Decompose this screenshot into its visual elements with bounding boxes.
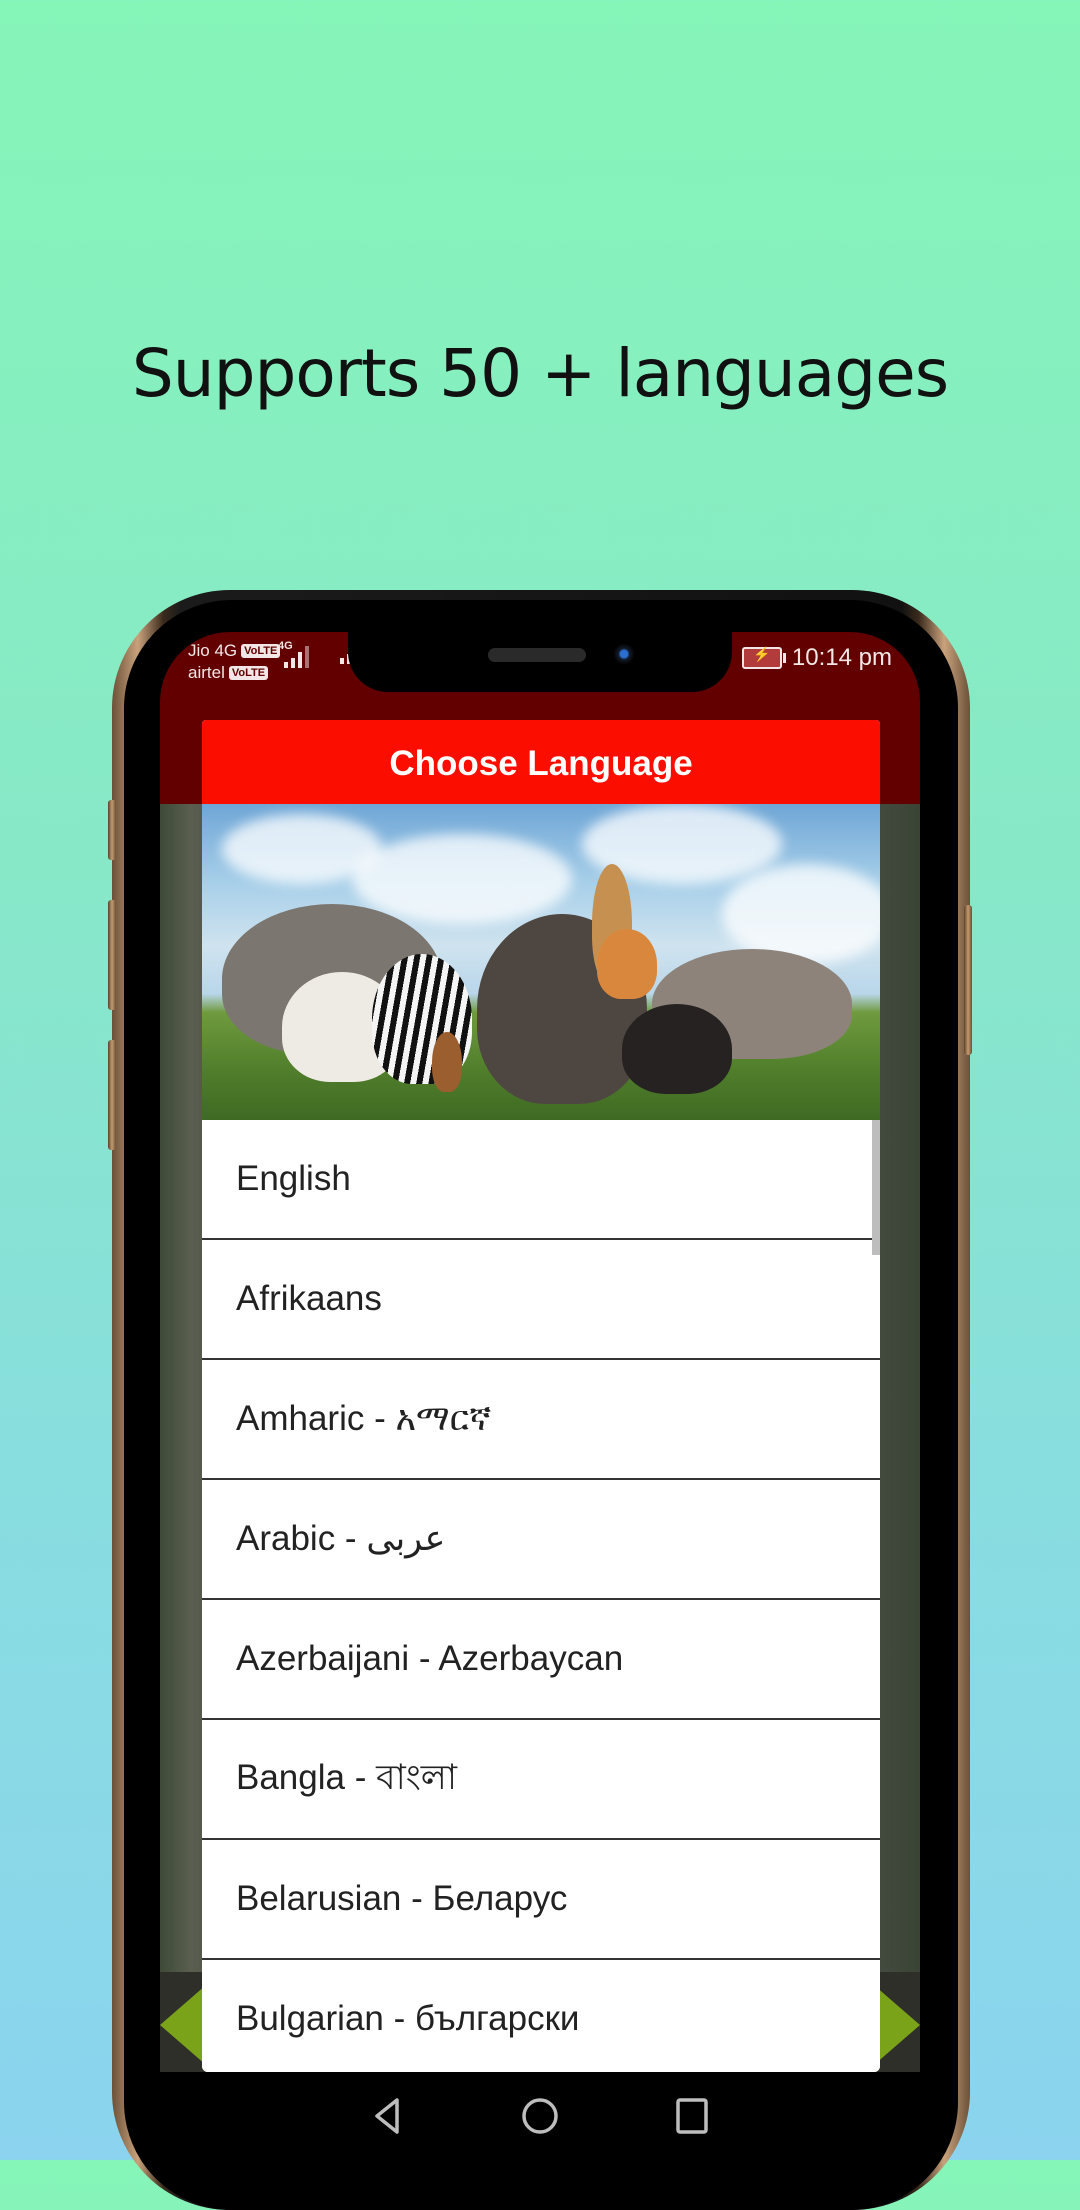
navigation-bar	[160, 2072, 920, 2160]
phone-side-button	[964, 905, 972, 1055]
language-item-bangla[interactable]: Bangla - বাংলা	[202, 1720, 880, 1840]
language-item-bulgarian[interactable]: Bulgarian - български	[202, 1960, 880, 2072]
back-icon[interactable]	[365, 2094, 409, 2138]
tiger	[597, 929, 657, 999]
animals-banner-image	[202, 804, 880, 1120]
carrier-2-name: airtel	[188, 663, 225, 682]
earpiece-speaker	[488, 648, 586, 662]
promo-headline: Supports 50 + languages	[131, 335, 949, 412]
language-item-belarusian[interactable]: Belarusian - Беларус	[202, 1840, 880, 1960]
black-bear	[622, 1004, 732, 1094]
signal-strength-icon: 4G	[278, 640, 309, 668]
language-item-azerbaijani[interactable]: Azerbaijani - Azerbaycan	[202, 1600, 880, 1720]
language-list[interactable]: English Afrikaans Amharic - አማርኛ Arabic …	[202, 1120, 880, 2072]
choose-language-dialog: Choose Language English Afrikaans Amhari…	[202, 720, 880, 2072]
status-right: ⚡ 10:14 pm	[741, 644, 892, 672]
camera-notch	[348, 632, 732, 692]
phone-side-button	[108, 900, 116, 1010]
front-camera	[614, 644, 634, 664]
phone-side-button	[108, 800, 116, 860]
phone-side-button	[108, 1040, 116, 1150]
recents-icon[interactable]	[670, 2094, 714, 2138]
battery-charging-icon: ⚡	[741, 646, 786, 669]
carrier-1-name: Jio 4G	[188, 641, 238, 660]
language-item-afrikaans[interactable]: Afrikaans	[202, 1240, 880, 1360]
language-item-arabic[interactable]: Arabic - عربى	[202, 1480, 880, 1600]
clock: 10:14 pm	[791, 644, 892, 671]
language-item-english[interactable]: English	[202, 1120, 880, 1240]
volte-badge: VoLTE	[241, 644, 281, 658]
volte-badge: VoLTE	[228, 666, 269, 680]
list-scrollbar[interactable]	[872, 1120, 880, 1255]
network-type-label: 4G	[278, 640, 293, 652]
phone-screen: Jio 4G VoLTE airtel VoLTE 4G ⚡ 10:14 pm	[160, 632, 920, 2160]
carrier-info: Jio 4G VoLTE airtel VoLTE	[188, 640, 281, 684]
home-icon[interactable]	[518, 2094, 562, 2138]
language-item-amharic[interactable]: Amharic - አማርኛ	[202, 1360, 880, 1480]
dialog-title: Choose Language	[202, 720, 880, 804]
duck	[432, 1032, 462, 1092]
